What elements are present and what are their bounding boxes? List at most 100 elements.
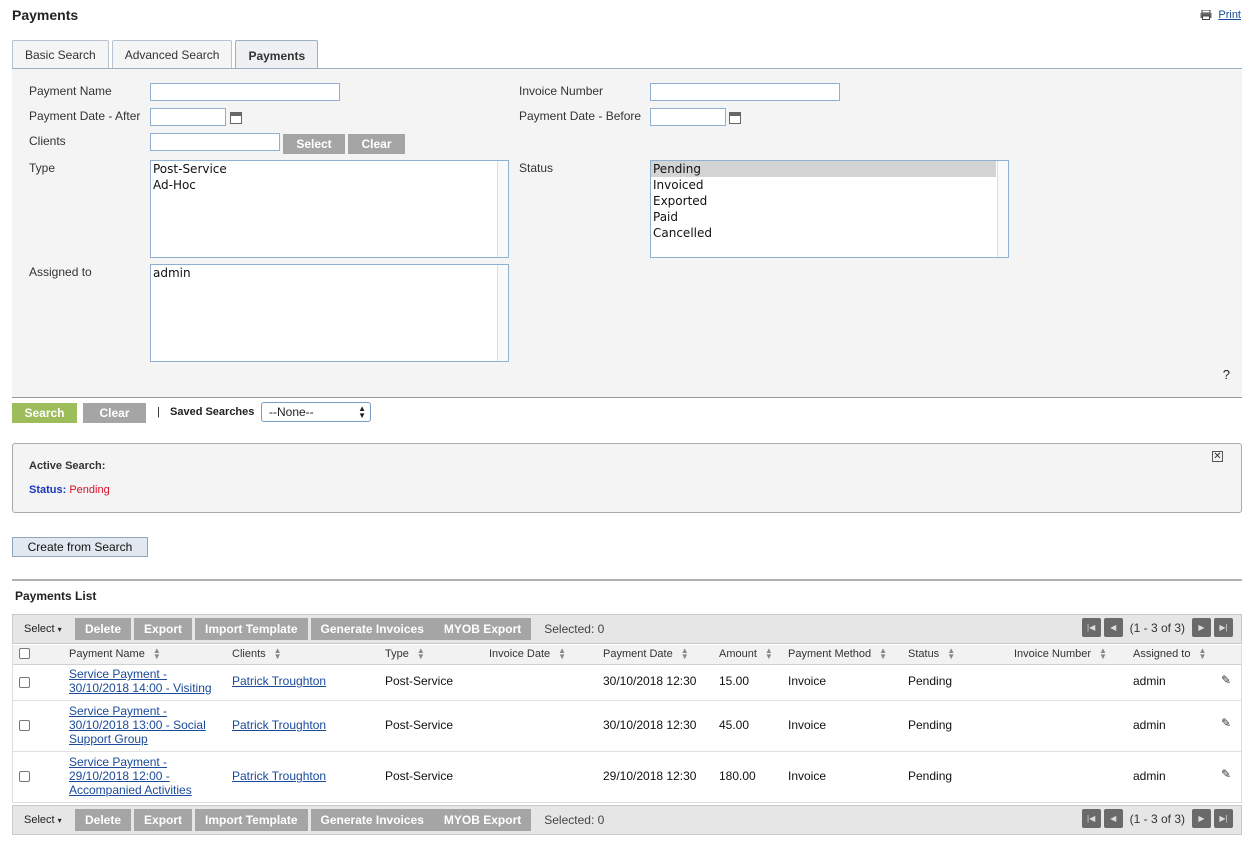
myob-export-button[interactable]: MYOB Export: [433, 809, 532, 831]
table-row[interactable]: Service Payment - 30/10/2018 14:00 - Vis…: [13, 665, 1241, 701]
type-listbox[interactable]: Post-Service Ad-Hoc: [150, 160, 509, 258]
payment-name-link[interactable]: Service Payment - 30/10/2018 14:00 - Vis…: [69, 667, 212, 695]
edit-pencil-icon[interactable]: ✎: [1221, 716, 1231, 730]
assigned-listbox[interactable]: admin: [150, 264, 509, 362]
select-all-checkbox[interactable]: [19, 648, 30, 659]
edit-pencil-icon[interactable]: ✎: [1221, 673, 1231, 687]
type-label: Type: [29, 161, 56, 175]
payment-name-line[interactable]: Support Group: [69, 732, 206, 746]
scrollbar[interactable]: [497, 265, 508, 361]
first-page-icon[interactable]: |◀: [1081, 809, 1101, 828]
saved-searches-value: --None--: [269, 405, 314, 419]
calendar-icon[interactable]: [729, 112, 741, 124]
status-option[interactable]: Cancelled: [651, 225, 1008, 241]
payment-date-cell: 30/10/2018 12:30: [603, 718, 697, 732]
payment-name-link[interactable]: Service Payment - 29/10/2018 12:00 - Acc…: [69, 755, 192, 797]
clients-input[interactable]: [150, 133, 280, 151]
status-listbox[interactable]: Pending Invoiced Exported Paid Cancelled: [650, 160, 1009, 258]
export-button[interactable]: Export: [134, 809, 193, 831]
payment-name-line[interactable]: Accompanied Activities: [69, 783, 192, 797]
clear-button[interactable]: Clear: [83, 403, 146, 423]
tab-basic-search[interactable]: Basic Search: [12, 40, 109, 69]
select-arrows-icon: ▲ ▼: [358, 404, 366, 420]
saved-searches-select[interactable]: --None-- ▲ ▼: [261, 402, 371, 422]
column-header-invoice-date[interactable]: Invoice Date ▲ ▼: [489, 647, 566, 661]
last-page-icon[interactable]: ▶|: [1214, 618, 1233, 637]
type-cell: Post-Service: [385, 769, 454, 783]
scrollbar[interactable]: [997, 161, 1008, 257]
close-icon[interactable]: ✕: [1212, 451, 1223, 462]
sort-icon: ▲ ▼: [1099, 646, 1107, 661]
payment-name-line[interactable]: 29/10/2018 12:00 -: [69, 769, 192, 783]
bulk-select-dropdown[interactable]: Select ▾: [24, 623, 75, 635]
sort-icon: ▲ ▼: [680, 646, 689, 661]
column-header-method[interactable]: Payment Method ▲ ▼: [788, 647, 887, 661]
column-header-clients[interactable]: Clients ▲ ▼: [232, 647, 282, 661]
payment-name-input[interactable]: [150, 83, 340, 101]
invoice-number-input[interactable]: [650, 83, 840, 101]
row-checkbox[interactable]: [19, 677, 30, 688]
type-option[interactable]: Post-Service: [151, 161, 508, 177]
payment-name-line[interactable]: 30/10/2018 14:00 - Visiting: [69, 681, 212, 695]
assigned-option[interactable]: admin: [151, 265, 508, 281]
payment-name-line[interactable]: 30/10/2018 13:00 - Social: [69, 718, 206, 732]
column-header-payment-date[interactable]: Payment Date ▲ ▼: [603, 646, 689, 661]
edit-pencil-icon[interactable]: ✎: [1221, 767, 1231, 781]
payment-name-link[interactable]: Service Payment - 30/10/2018 13:00 - Soc…: [69, 704, 206, 746]
column-header-status[interactable]: Status ▲ ▼: [908, 647, 955, 661]
client-link[interactable]: Patrick Troughton: [232, 718, 326, 732]
prev-page-icon[interactable]: ◀: [1103, 618, 1123, 637]
payment-name-line[interactable]: Service Payment -: [69, 755, 192, 769]
column-label: Type: [385, 648, 409, 660]
delete-button[interactable]: Delete: [75, 809, 132, 831]
status-cell: Pending: [908, 718, 953, 732]
sort-icon: ▲ ▼: [416, 646, 425, 661]
payment-name-line[interactable]: Service Payment -: [69, 667, 212, 681]
type-option[interactable]: Ad-Hoc: [151, 177, 508, 193]
search-button[interactable]: Search: [12, 403, 77, 423]
print-label[interactable]: Print: [1218, 9, 1241, 21]
next-page-icon[interactable]: ▶: [1192, 618, 1211, 637]
import-template-button[interactable]: Import Template: [195, 809, 308, 831]
clients-clear-button[interactable]: Clear: [348, 134, 405, 154]
table-row[interactable]: Service Payment - 30/10/2018 13:00 - Soc…: [13, 701, 1241, 752]
generate-invoices-button[interactable]: Generate Invoices: [310, 618, 434, 640]
column-header-name[interactable]: Payment Name ▲ ▼: [69, 647, 161, 661]
column-header-amount[interactable]: Amount ▲ ▼: [719, 647, 773, 661]
last-page-icon[interactable]: ▶|: [1214, 809, 1233, 828]
column-header-assigned[interactable]: Assigned to ▲ ▼: [1133, 647, 1206, 661]
payment-name-line[interactable]: Service Payment -: [69, 704, 206, 718]
table-row[interactable]: Service Payment - 29/10/2018 12:00 - Acc…: [13, 752, 1241, 803]
payments-table: Payment Name ▲ ▼ Clients ▲ ▼ Type ▲ ▼ Invoice …: [12, 645, 1242, 803]
date-after-input[interactable]: [150, 108, 226, 126]
scrollbar[interactable]: [497, 161, 508, 257]
row-checkbox[interactable]: [19, 771, 30, 782]
generate-invoices-button[interactable]: Generate Invoices: [310, 809, 434, 831]
help-icon[interactable]: ?: [1223, 367, 1230, 382]
next-page-icon[interactable]: ▶: [1192, 809, 1211, 828]
status-option[interactable]: Invoiced: [651, 177, 1008, 193]
client-link[interactable]: Patrick Troughton: [232, 769, 326, 783]
column-header-type[interactable]: Type ▲ ▼: [385, 646, 425, 661]
first-page-icon[interactable]: |◀: [1081, 618, 1101, 637]
client-link[interactable]: Patrick Troughton: [232, 674, 326, 688]
page-title: Payments: [12, 7, 79, 23]
status-option[interactable]: Pending: [651, 161, 996, 177]
delete-button[interactable]: Delete: [75, 618, 132, 640]
clients-select-button[interactable]: Select: [283, 134, 345, 154]
tab-advanced-search[interactable]: Advanced Search: [111, 40, 233, 69]
import-template-button[interactable]: Import Template: [195, 618, 308, 640]
calendar-icon[interactable]: [230, 112, 242, 124]
row-checkbox[interactable]: [19, 720, 30, 731]
date-before-input[interactable]: [650, 108, 726, 126]
bulk-select-dropdown[interactable]: Select ▾: [24, 814, 75, 826]
print-link[interactable]: Print: [1200, 9, 1241, 21]
prev-page-icon[interactable]: ◀: [1103, 809, 1123, 828]
create-from-search-button[interactable]: Create from Search: [12, 537, 148, 557]
column-header-invoice-number[interactable]: Invoice Number ▲ ▼: [1014, 646, 1107, 661]
tab-payments[interactable]: Payments: [235, 40, 319, 71]
export-button[interactable]: Export: [134, 618, 193, 640]
myob-export-button[interactable]: MYOB Export: [433, 618, 532, 640]
status-option[interactable]: Exported: [651, 193, 1008, 209]
status-option[interactable]: Paid: [651, 209, 1008, 225]
